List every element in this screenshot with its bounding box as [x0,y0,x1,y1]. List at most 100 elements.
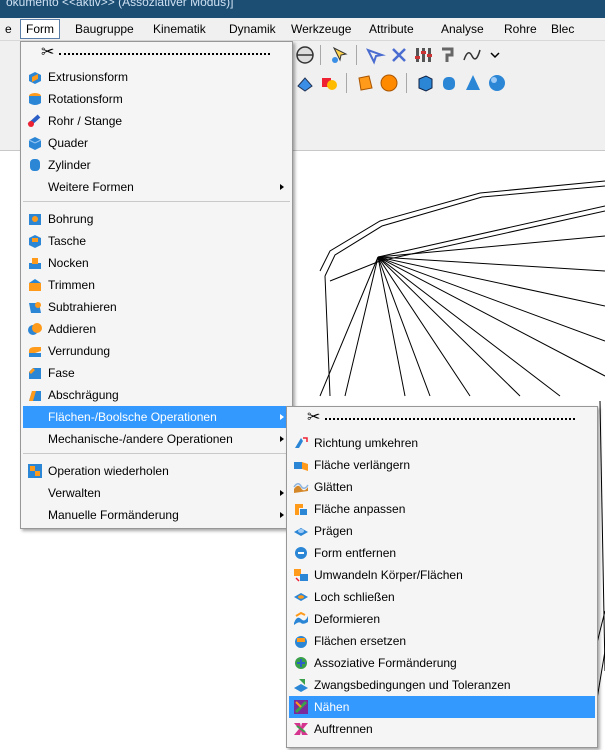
scissors-icon: ✂ [307,409,321,426]
multi-shape-icon[interactable] [318,72,340,94]
subtract-icon [29,302,41,313]
submenu-arrow-icon [280,490,284,496]
toolbar-separator [320,45,321,65]
split-icon [294,723,308,735]
pipe-icon [27,114,41,127]
menu-item-richtung-umkehren[interactable]: Richtung umkehren [289,432,595,454]
title-bar: okumento <<aktiv>> (Assoziativer Modus)] [0,0,605,18]
emboss-icon [294,528,308,536]
menu-item-rotationsform[interactable]: Rotationsform [23,88,290,110]
submenu-arrow-icon [280,436,284,442]
chamfer-icon [29,368,41,379]
scissors-icon: ✂ [41,44,55,61]
select-icon[interactable] [364,44,386,66]
menu-item-glaetten[interactable]: Glätten [289,476,595,498]
sketch-icon[interactable] [460,44,482,66]
menu-item-assoziative-formaenderung[interactable]: Assoziative Formänderung [289,652,595,674]
menu-item-fase[interactable]: Fase [23,362,290,384]
stitch-icon [294,700,308,714]
deform-icon [294,611,308,625]
menu-separator [23,201,290,202]
reverse-direction-icon [295,437,308,448]
menu-item-flaeche-verlaengern[interactable]: Fläche verlängern [289,454,595,476]
menu-rohre[interactable]: Rohre [499,20,542,38]
submenu-arrow-icon [280,414,284,420]
pocket-icon [29,235,41,248]
view-icon[interactable] [294,44,316,66]
menu-item-form-entfernen[interactable]: Form entfernen [289,542,595,564]
menu-item-deformieren[interactable]: Deformieren [289,608,595,630]
menu-werkzeuge[interactable]: Werkzeuge [286,20,356,38]
menu-item-zylinder[interactable]: Zylinder [23,154,290,176]
form-menu: ✂ Extrusionsform Rotationsform Rohr / St… [20,41,293,529]
menu-item-trimmen[interactable]: Trimmen [23,274,290,296]
menu-item-naehen[interactable]: Nähen [289,696,595,718]
menu-analyse[interactable]: Analyse [436,20,489,38]
menu-item-verwalten[interactable]: Verwalten [23,482,290,504]
menu-item-nocken[interactable]: Nocken [23,252,290,274]
menu-item-zwangsbedingungen-und-toleranzen[interactable]: Zwangsbedingungen und Toleranzen [289,674,595,696]
menu-item-tasche[interactable]: Tasche [23,230,290,252]
menu-item-weitere-formen[interactable]: Weitere Formen [23,176,290,198]
hole-icon [29,214,41,225]
menu-item-operation-wiederholen[interactable]: Operation wiederholen [23,460,290,482]
window-title: okumento <<aktiv>> (Assoziativer Modus)] [6,0,234,9]
toolbar-separator [406,73,407,93]
close-hole-icon [294,593,308,601]
menu-item-subtrahieren[interactable]: Subtrahieren [23,296,290,318]
menu-item-verrundung[interactable]: Verrundung [23,340,290,362]
menu-item-rohr-stange[interactable]: Rohr / Stange [23,110,290,132]
submenu-arrow-icon [280,512,284,518]
menu-item-addieren[interactable]: Addieren [23,318,290,340]
rotation-icon [29,93,41,105]
menu-attribute[interactable]: Attribute [364,20,419,38]
tearoff-handle[interactable]: ✂ [289,409,595,427]
menu-item-flaechen-boolsche-operationen[interactable]: Flächen-/Boolsche Operationen [23,406,290,428]
sliders-icon[interactable] [412,44,434,66]
menu-kinematik[interactable]: Kinematik [148,20,211,38]
menu-item-abschraegung[interactable]: Abschrägung [23,384,290,406]
menu-item-extrusionsform[interactable]: Extrusionsform [23,66,290,88]
cylinder-tool-icon[interactable] [438,72,460,94]
tearoff-handle[interactable]: ✂ [23,44,290,62]
cone-icon[interactable] [462,72,484,94]
add-icon [28,323,42,335]
submenu-arrow-icon [280,184,284,190]
boss-icon [29,258,41,269]
tearoff-line [325,418,575,420]
draft-icon [29,391,41,401]
menu-item-umwandeln-koerper-flaechen[interactable]: Umwandeln Körper/Flächen [289,564,595,586]
menu-blech[interactable]: Blec [546,20,579,38]
menu-item-mechanische-andere-operationen[interactable]: Mechanische-/andere Operationen [23,428,290,450]
chevron-down-icon[interactable] [484,44,506,66]
cube-icon[interactable] [414,72,436,94]
menu-item-flaechen-ersetzen[interactable]: Flächen ersetzen [289,630,595,652]
menu-item-manuelle-formaenderung[interactable]: Manuelle Formänderung [23,504,290,526]
menu-item-quader[interactable]: Quader [23,132,290,154]
fillet-icon [29,347,41,357]
hook-icon[interactable] [436,44,458,66]
pocket-tool-icon[interactable] [354,72,376,94]
smooth-icon [293,483,309,493]
menu-baugruppe[interactable]: Baugruppe [70,20,139,38]
repeat-icon [28,464,42,478]
menu-item-prev[interactable]: e [0,20,17,38]
menu-item-loch-schliessen[interactable]: Loch schließen [289,586,595,608]
convert-icon [294,569,308,582]
menu-bar: e Form Baugruppe Kinematik Dynamik Werkz… [0,18,605,41]
trim-icon [29,279,41,291]
cursor-pick-icon[interactable] [328,44,350,66]
extrusion-icon [29,72,41,84]
cross-icon[interactable] [388,44,410,66]
boss-tool-icon[interactable] [378,72,400,94]
replace-faces-icon [295,636,307,648]
menu-item-flaeche-anpassen[interactable]: Fläche anpassen [289,498,595,520]
sphere-icon[interactable] [486,72,508,94]
shape-icon[interactable] [294,72,316,94]
menu-item-bohrung[interactable]: Bohrung [23,208,290,230]
menu-item-auftrennen[interactable]: Auftrennen [289,718,595,740]
menu-item-praegen[interactable]: Prägen [289,520,595,542]
toolbar-separator [356,45,357,65]
menu-form[interactable]: Form [20,19,60,39]
menu-dynamik[interactable]: Dynamik [224,20,281,38]
